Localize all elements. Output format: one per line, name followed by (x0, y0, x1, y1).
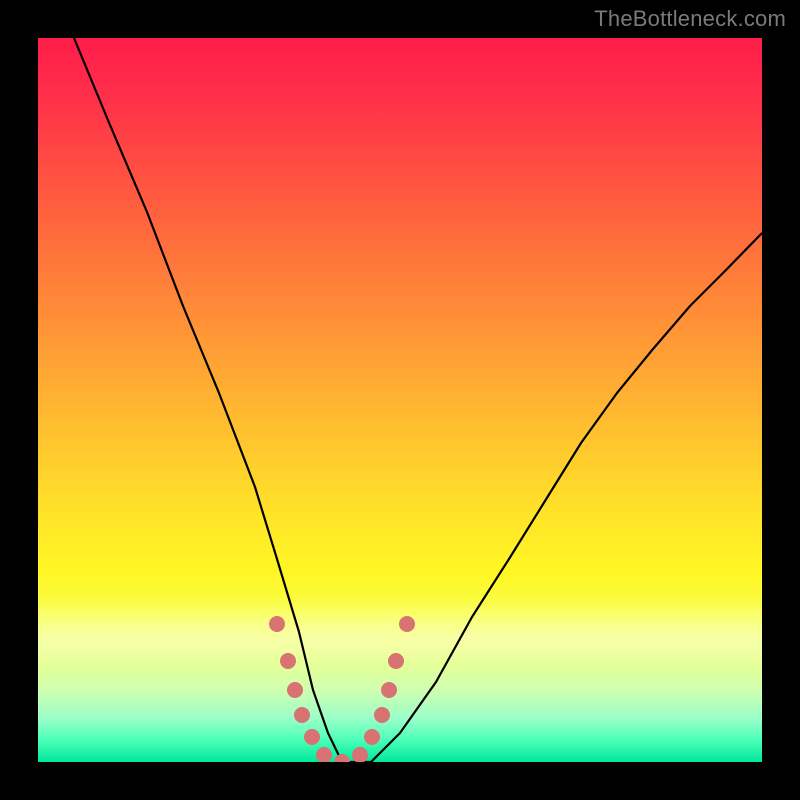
plot-area (38, 38, 762, 762)
watermark: TheBottleneck.com (594, 6, 786, 32)
chart-frame: TheBottleneck.com (0, 0, 800, 800)
curve-layer (38, 38, 762, 762)
bottleneck-curve (74, 38, 762, 762)
